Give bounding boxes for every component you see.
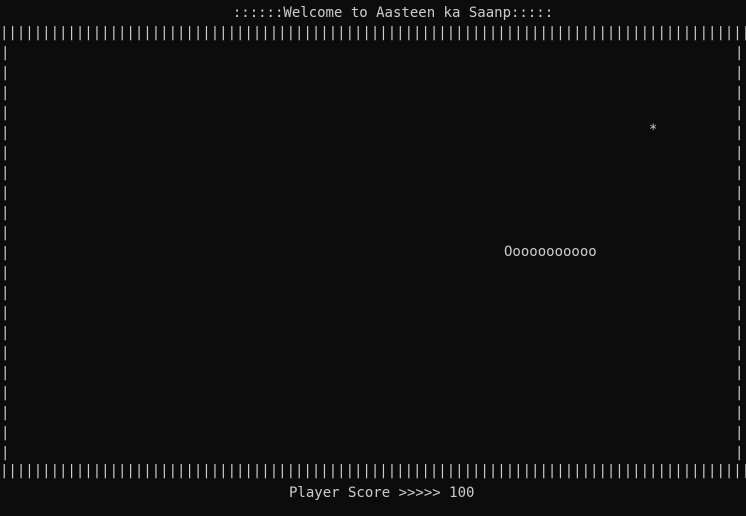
score-label: Player Score >>>>> [289, 485, 441, 501]
game-arena: * Ooooooooooo [8, 43, 735, 461]
snake: Ooooooooooo [504, 244, 597, 260]
wall-segment: | [735, 225, 743, 241]
wall-segment: | [735, 105, 743, 121]
wall-segment: | [735, 85, 743, 101]
wall-segment: | [735, 365, 743, 381]
wall-segment: | [735, 245, 743, 261]
wall-segment: | [735, 445, 743, 461]
score-value: 100 [449, 485, 475, 501]
bottom-wall: ||||||||||||||||||||||||||||||||||||||||… [0, 463, 746, 479]
wall-segment: | [735, 205, 743, 221]
wall-segment: | [735, 385, 743, 401]
wall-segment: | [735, 405, 743, 421]
player-score: Player Score >>>>> 100 [289, 483, 474, 503]
wall-segment: | [735, 45, 743, 61]
wall-segment: | [735, 345, 743, 361]
wall-segment: | [735, 125, 743, 141]
wall-segment: | [735, 265, 743, 281]
right-wall: | | | | | | | | | | | | | | | | | | | | | [735, 43, 743, 461]
console-window: ::::::Welcome to Aasteen ka Saanp::::: |… [0, 0, 746, 516]
wall-segment: | [735, 185, 743, 201]
wall-segment: | [735, 325, 743, 341]
wall-segment: | [735, 165, 743, 181]
top-wall: ||||||||||||||||||||||||||||||||||||||||… [0, 25, 746, 41]
wall-segment: | [735, 285, 743, 301]
wall-segment: | [735, 305, 743, 321]
wall-segment: | [735, 145, 743, 161]
food-item: * [649, 122, 658, 138]
wall-segment: | [735, 65, 743, 81]
game-title: ::::::Welcome to Aasteen ka Saanp::::: [232, 5, 554, 21]
wall-segment: | [735, 425, 743, 441]
